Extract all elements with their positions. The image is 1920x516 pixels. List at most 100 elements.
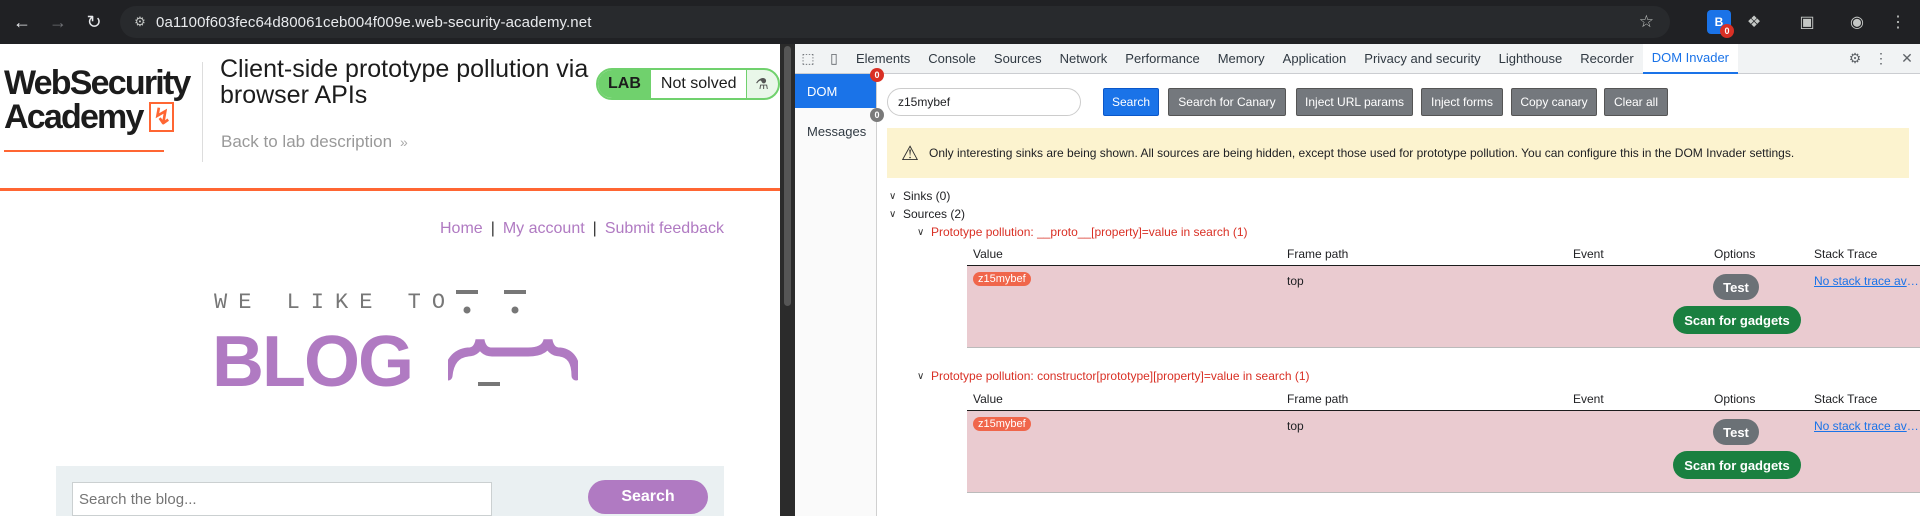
sources-label: Sources (2) bbox=[903, 207, 966, 221]
search-button[interactable]: Search bbox=[1103, 88, 1159, 116]
extensions-puzzle-icon[interactable]: ❖ bbox=[1742, 10, 1766, 34]
nav-home-link[interactable]: Home bbox=[440, 220, 483, 237]
back-link-label: Back to lab description bbox=[221, 132, 393, 151]
warning-text: Only interesting sinks are being shown. … bbox=[929, 146, 1795, 160]
media-cast-icon[interactable]: ▣ bbox=[1795, 10, 1819, 34]
source-group-proto[interactable]: ∨ Prototype pollution: __proto__[propert… bbox=[917, 224, 1248, 240]
sidebar-item-messages[interactable]: Messages 0 bbox=[795, 108, 884, 148]
col-event: Event bbox=[1573, 247, 1604, 261]
extension-badge: 0 bbox=[1720, 24, 1734, 38]
hero-title: BLOG bbox=[212, 322, 414, 402]
canary-search-input[interactable]: z15mybef bbox=[887, 88, 1081, 116]
blog-search-panel: Search bbox=[56, 466, 724, 516]
scan-for-gadgets-button[interactable]: Scan for gadgets bbox=[1673, 451, 1801, 479]
hero-tagline: WE LIKE TO bbox=[214, 290, 457, 315]
table-row: z15mybef top Test Scan for gadgets No st… bbox=[967, 266, 1920, 348]
tab-lighthouse[interactable]: Lighthouse bbox=[1490, 44, 1572, 74]
col-value: Value bbox=[973, 247, 1003, 261]
col-frame-path: Frame path bbox=[1287, 247, 1349, 261]
tab-application[interactable]: Application bbox=[1274, 44, 1356, 74]
tab-recorder[interactable]: Recorder bbox=[1571, 44, 1642, 74]
copy-canary-button[interactable]: Copy canary bbox=[1511, 88, 1597, 116]
address-bar[interactable]: ⚙ 0a1100f603fec64d80061ceb004f009e.web-s… bbox=[120, 6, 1670, 38]
stack-trace-link[interactable]: No stack trace available bbox=[1814, 274, 1919, 288]
lab-status-widget: LAB Not solved ⚗ bbox=[596, 68, 780, 100]
sources-node[interactable]: ∨ Sources (2) bbox=[889, 206, 965, 222]
header-divider bbox=[202, 62, 203, 162]
logo-underline bbox=[4, 150, 164, 152]
col-options: Options bbox=[1714, 392, 1756, 406]
logo-line-2-wrap: Academy ↯ bbox=[4, 100, 174, 134]
source-group-title: Prototype pollution: constructor[prototy… bbox=[931, 369, 1310, 383]
col-stack-trace: Stack Trace bbox=[1814, 392, 1878, 406]
sinks-node[interactable]: ∨ Sinks (0) bbox=[889, 188, 950, 204]
back-arrow-icon[interactable]: ← bbox=[8, 8, 36, 36]
lab-status-text: Not solved bbox=[650, 70, 747, 98]
devtools-menu-icon[interactable]: ⋮ bbox=[1868, 50, 1894, 67]
blog-search-input[interactable] bbox=[72, 482, 492, 516]
inject-url-params-button[interactable]: Inject URL params bbox=[1296, 88, 1413, 116]
forward-arrow-icon[interactable]: → bbox=[44, 8, 72, 36]
lab-badge: LAB bbox=[598, 70, 651, 98]
stack-trace-link[interactable]: No stack trace available bbox=[1814, 419, 1919, 433]
nav-submit-feedback-link[interactable]: Submit feedback bbox=[605, 220, 724, 237]
col-options: Options bbox=[1714, 247, 1756, 261]
tab-network[interactable]: Network bbox=[1051, 44, 1117, 74]
inject-forms-button[interactable]: Inject forms bbox=[1421, 88, 1503, 116]
source-group-constructor[interactable]: ∨ Prototype pollution: constructor[proto… bbox=[917, 368, 1310, 384]
table-row: z15mybef top Test Scan for gadgets No st… bbox=[967, 411, 1920, 493]
test-button[interactable]: Test bbox=[1713, 274, 1759, 300]
logo-line-2: Academy bbox=[4, 98, 144, 136]
curly-brace-face-icon bbox=[448, 290, 578, 386]
sinks-label: Sinks (0) bbox=[903, 189, 951, 203]
device-toolbar-icon[interactable]: ▯ bbox=[821, 50, 847, 67]
dom-invader-sidebar: DOM 0 Messages 0 bbox=[795, 68, 884, 516]
tab-privacy-and-security[interactable]: Privacy and security bbox=[1355, 44, 1489, 74]
site-settings-icon[interactable]: ⚙ bbox=[124, 14, 156, 30]
source-group-title: Prototype pollution: __proto__[property]… bbox=[931, 225, 1248, 239]
close-devtools-icon[interactable]: ✕ bbox=[1894, 50, 1920, 67]
col-event: Event bbox=[1573, 392, 1604, 406]
reload-icon[interactable]: ↻ bbox=[80, 8, 108, 36]
sidebar-item-dom[interactable]: DOM 0 bbox=[795, 68, 884, 108]
tab-performance[interactable]: Performance bbox=[1116, 44, 1208, 74]
settings-gear-icon[interactable]: ⚙ bbox=[1842, 50, 1868, 67]
header-rule bbox=[0, 188, 780, 191]
devtools-panel: ⬚ ▯ Elements Console Sources Network Per… bbox=[795, 43, 1920, 516]
blog-navigation: Home | My account | Submit feedback bbox=[440, 220, 724, 238]
clear-all-button[interactable]: Clear all bbox=[1604, 88, 1668, 116]
scan-for-gadgets-button[interactable]: Scan for gadgets bbox=[1673, 306, 1801, 334]
nav-my-account-link[interactable]: My account bbox=[503, 220, 585, 237]
chevron-down-icon[interactable]: ∨ bbox=[889, 191, 903, 202]
table-header: Value Frame path Event Options Stack Tra… bbox=[967, 242, 1920, 266]
bookmark-star-icon[interactable]: ☆ bbox=[1639, 12, 1654, 32]
search-for-canary-button[interactable]: Search for Canary bbox=[1168, 88, 1286, 116]
test-button[interactable]: Test bbox=[1713, 419, 1759, 445]
dom-invader-extension-icon[interactable]: B 0 bbox=[1707, 10, 1734, 38]
menu-kebab-icon[interactable]: ⋮ bbox=[1886, 10, 1910, 34]
chevron-down-icon[interactable]: ∨ bbox=[889, 209, 903, 220]
col-value: Value bbox=[973, 392, 1003, 406]
frame-path-value: top bbox=[1287, 419, 1304, 433]
page-scrollbar[interactable] bbox=[780, 44, 795, 516]
logo-line-1: WebSecurity bbox=[4, 64, 191, 102]
url-text[interactable]: 0a1100f603fec64d80061ceb004f009e.web-sec… bbox=[156, 14, 591, 31]
blog-search-button[interactable]: Search bbox=[588, 480, 708, 514]
chevron-down-icon[interactable]: ∨ bbox=[917, 227, 931, 238]
devtools-tab-bar: ⬚ ▯ Elements Console Sources Network Per… bbox=[795, 43, 1920, 74]
tab-memory[interactable]: Memory bbox=[1209, 44, 1274, 74]
frame-path-value: top bbox=[1287, 274, 1304, 288]
table-header: Value Frame path Event Options Stack Tra… bbox=[967, 387, 1920, 411]
tab-sources[interactable]: Sources bbox=[985, 44, 1051, 74]
inspect-element-icon[interactable]: ⬚ bbox=[795, 50, 821, 67]
dom-invader-toolbar: z15mybef Search Search for Canary Inject… bbox=[887, 84, 1917, 118]
back-to-lab-description-link[interactable]: Back to lab description » bbox=[221, 132, 408, 152]
academy-logo[interactable]: WebSecurity Academy ↯ bbox=[4, 64, 191, 152]
tab-elements[interactable]: Elements bbox=[847, 44, 919, 74]
tab-dom-invader[interactable]: DOM Invader bbox=[1642, 43, 1739, 74]
page-scrollbar-thumb[interactable] bbox=[784, 46, 791, 306]
lightning-icon: ↯ bbox=[148, 102, 174, 132]
tab-console[interactable]: Console bbox=[919, 44, 985, 74]
profile-avatar-icon[interactable]: ◉ bbox=[1845, 10, 1869, 34]
chevron-down-icon[interactable]: ∨ bbox=[917, 371, 931, 382]
